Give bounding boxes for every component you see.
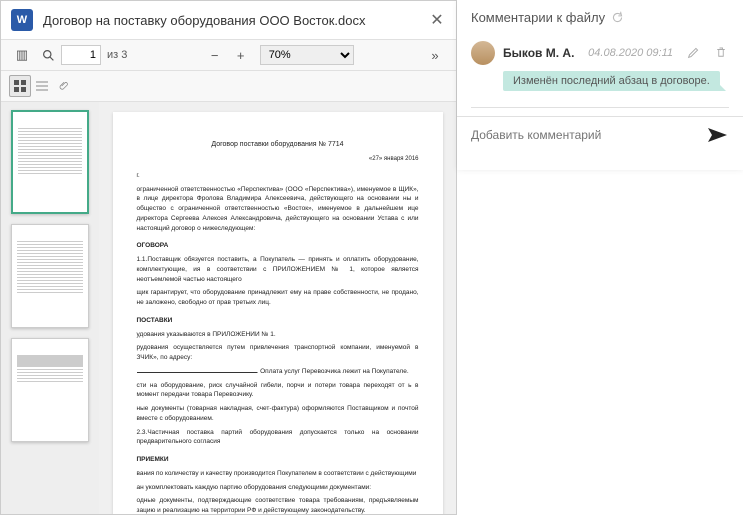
view-tabs — [1, 71, 456, 102]
document-scroll-area[interactable]: Договор поставки оборудования № 7714 «27… — [99, 102, 456, 514]
page-total: из 3 — [107, 49, 127, 61]
avatar — [471, 41, 495, 65]
delete-icon[interactable] — [715, 46, 729, 60]
doc-paragraph: ограниченной ответственностью «Перспекти… — [137, 185, 419, 234]
doc-section: ПОСТАВКИ — [137, 316, 419, 326]
doc-section: ПРИЕМКИ — [137, 455, 419, 465]
document-viewer-panel: W Договор на поставку оборудования ООО В… — [0, 0, 457, 515]
doc-paragraph: ан укомплектовать каждую партию оборудов… — [137, 483, 419, 493]
search-icon[interactable] — [37, 44, 59, 66]
page-number-input[interactable] — [61, 45, 101, 65]
doc-title: Договор поставки оборудования № 7714 — [137, 140, 419, 151]
outline-tab[interactable] — [31, 75, 53, 97]
send-icon[interactable] — [707, 127, 729, 143]
thumbnails-tab[interactable] — [9, 75, 31, 97]
comments-panel: Я. о ор Комментарии к файлу Быков М. А. … — [457, 0, 743, 515]
doc-paragraph: сти на оборудование, риск случайной гибе… — [137, 381, 419, 401]
comment-author: Быков М. А. — [503, 46, 574, 60]
document-page: Договор поставки оборудования № 7714 «27… — [113, 112, 443, 514]
zoom-out-button[interactable]: − — [204, 44, 226, 66]
doc-paragraph: . Оплата услуг Перевозчика лежит на Поку… — [137, 367, 419, 377]
close-button[interactable]: ✕ — [428, 11, 446, 29]
viewer-toolbar: ▥ из 3 − + 70% » — [1, 40, 456, 71]
thumbnail-page-2[interactable] — [11, 224, 89, 328]
divider — [471, 107, 729, 108]
doc-paragraph: рудования осуществляется путем привлечен… — [137, 343, 419, 363]
comment-time: 04.08.2020 09:11 — [588, 47, 673, 59]
file-header: W Договор на поставку оборудования ООО В… — [1, 1, 456, 40]
doc-paragraph: 2.3.Частичная поставка партий оборудован… — [137, 428, 419, 448]
thumbnail-page-1[interactable] — [11, 110, 89, 214]
thumbnails-sidebar — [1, 102, 99, 514]
add-comment-row — [457, 116, 743, 153]
doc-paragraph: удования указываются в ПРИЛОЖЕНИИ № 1. — [137, 330, 419, 340]
edit-icon[interactable] — [687, 46, 701, 60]
doc-paragraph: ные документы (товарная накладная, счет-… — [137, 404, 419, 424]
attachments-tab[interactable] — [53, 75, 75, 97]
doc-date: «27» января 2016 — [137, 155, 419, 164]
doc-paragraph: вания по количеству и качеству производи… — [137, 469, 419, 479]
doc-paragraph: 1.1.Поставщик обязуется поставить, а Пок… — [137, 255, 419, 284]
zoom-in-button[interactable]: + — [230, 44, 252, 66]
comment-input[interactable] — [471, 128, 707, 142]
doc-section: ОГОВОРА — [137, 241, 419, 251]
thumbnail-page-3[interactable] — [11, 338, 89, 442]
comments-title: Комментарии к файлу — [471, 10, 605, 25]
comment-text: Изменён последний абзац в договоре. — [503, 71, 720, 91]
expand-button[interactable]: » — [424, 44, 446, 66]
doc-city: г. — [137, 172, 419, 181]
comment-item: Быков М. А. 04.08.2020 09:11 Изменён пос… — [457, 33, 743, 99]
refresh-icon[interactable] — [611, 11, 625, 25]
doc-paragraph: одные документы, подтверждающие соответс… — [137, 496, 419, 514]
doc-paragraph: щик гарантирует, что оборудование принад… — [137, 288, 419, 308]
zoom-select[interactable]: 70% — [260, 45, 354, 65]
file-title: Договор на поставку оборудования ООО Вос… — [43, 13, 428, 28]
comments-header: Комментарии к файлу — [457, 0, 743, 33]
sidebar-toggle-icon[interactable]: ▥ — [11, 44, 33, 66]
docx-icon: W — [11, 9, 33, 31]
